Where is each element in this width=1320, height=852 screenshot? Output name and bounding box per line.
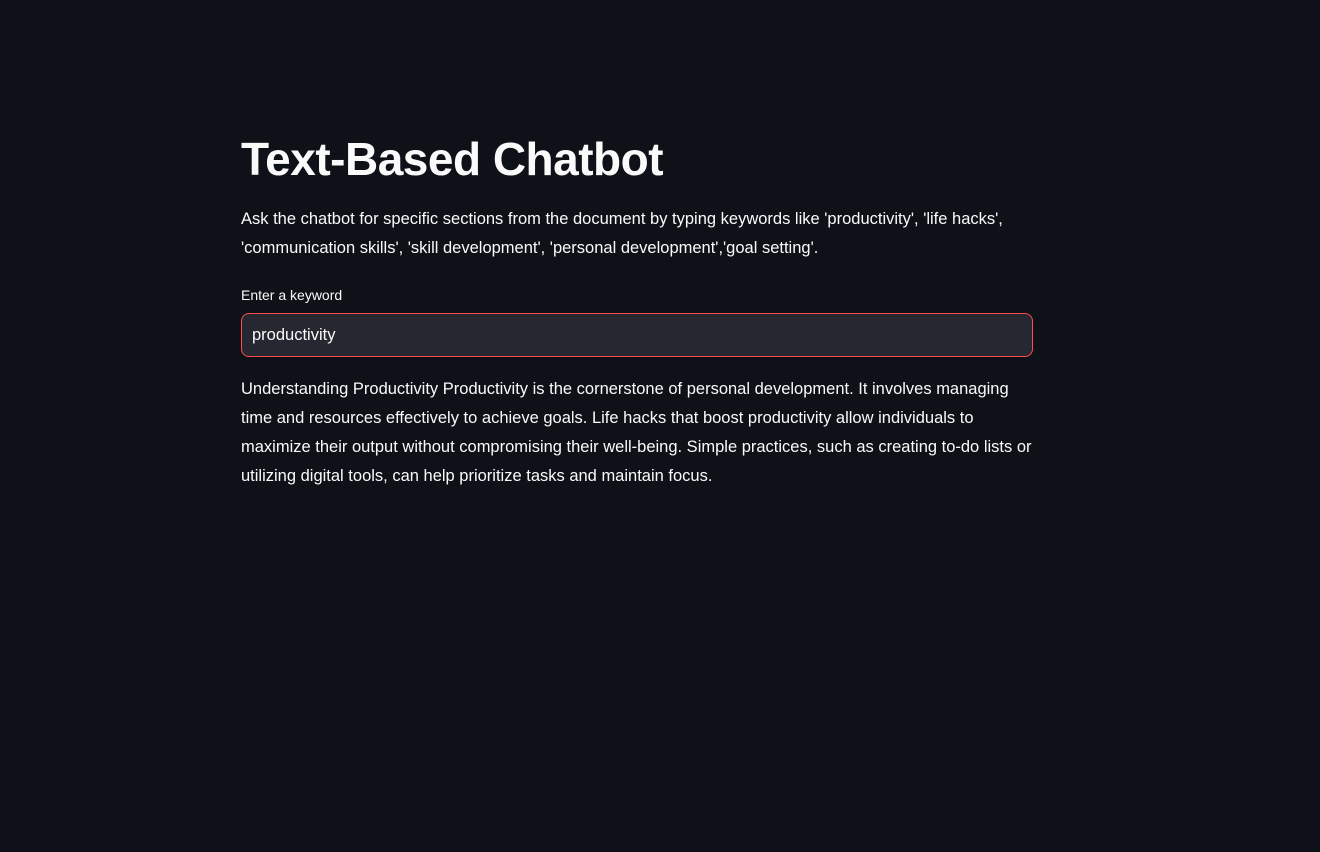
chatbot-response: Understanding Productivity Productivity …: [241, 380, 1032, 485]
keyword-input[interactable]: [242, 314, 1032, 356]
intro-text: Ask the chatbot for specific sections fr…: [241, 210, 1003, 257]
page-title: Text-Based Chatbot: [241, 133, 664, 185]
keyword-input-label: Enter a keyword: [241, 287, 343, 303]
keyword-input-container: [241, 313, 1033, 357]
